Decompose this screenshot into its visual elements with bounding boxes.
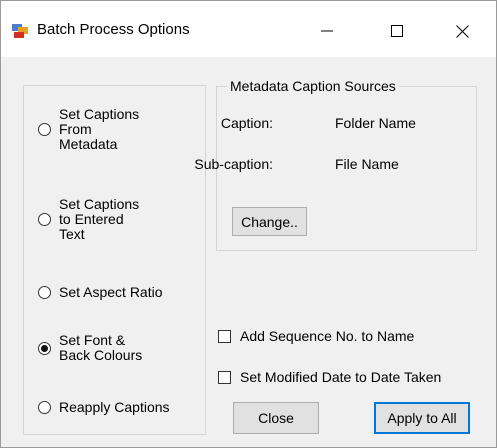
radio-circle[interactable] <box>38 213 51 226</box>
radio-circle-selected[interactable] <box>38 341 51 355</box>
app-icon <box>12 24 28 38</box>
caption-value: Folder Name <box>335 115 416 131</box>
batch-process-dialog: Batch Process Options Set Captions From … <box>0 0 497 448</box>
checkbox-box[interactable] <box>218 329 231 343</box>
radio-label: Set Captions to Entered Text <box>59 196 140 242</box>
change-button[interactable]: Change.. <box>232 207 307 236</box>
radio-aspect-ratio[interactable]: Set Aspect Ratio <box>38 285 163 300</box>
radio-circle[interactable] <box>38 401 51 414</box>
close-icon <box>455 24 469 38</box>
radio-label: Set Aspect Ratio <box>59 284 163 300</box>
radio-label: Reapply Captions <box>59 399 170 415</box>
checkbox-label: Set Modified Date to Date Taken <box>240 369 442 385</box>
caption-label: Caption: <box>220 115 273 131</box>
minimize-icon <box>321 30 333 32</box>
radio-font-back-colours[interactable]: Set Font & Back Colours <box>38 333 142 363</box>
apply-to-all-button[interactable]: Apply to All <box>374 402 470 434</box>
maximize-button[interactable] <box>367 7 427 55</box>
radio-circle[interactable] <box>38 286 51 299</box>
radio-circle[interactable] <box>38 123 51 136</box>
subcaption-label: Sub-caption: <box>194 156 273 172</box>
title-bar: Batch Process Options <box>1 1 496 57</box>
checkbox-label: Add Sequence No. to Name <box>240 328 415 344</box>
radio-label: Set Captions From Metadata <box>59 106 140 152</box>
radio-reapply-captions[interactable]: Reapply Captions <box>38 400 170 415</box>
radio-captions-entered-text[interactable]: Set Captions to Entered Text <box>38 197 139 242</box>
radio-label: Set Font & Back Colours <box>59 332 143 363</box>
minimize-button[interactable] <box>297 7 357 55</box>
maximize-icon <box>391 25 403 37</box>
add-sequence-checkbox[interactable]: Add Sequence No. to Name <box>218 328 414 344</box>
radio-captions-from-metadata[interactable]: Set Captions From Metadata <box>38 107 139 152</box>
group-title: Metadata Caption Sources <box>227 78 399 94</box>
checkbox-box[interactable] <box>218 370 231 384</box>
window-title: Batch Process Options <box>37 21 190 38</box>
close-window-button[interactable] <box>432 7 492 55</box>
close-button[interactable]: Close <box>233 402 319 434</box>
subcaption-value: File Name <box>335 156 399 172</box>
modified-date-checkbox[interactable]: Set Modified Date to Date Taken <box>218 369 441 385</box>
